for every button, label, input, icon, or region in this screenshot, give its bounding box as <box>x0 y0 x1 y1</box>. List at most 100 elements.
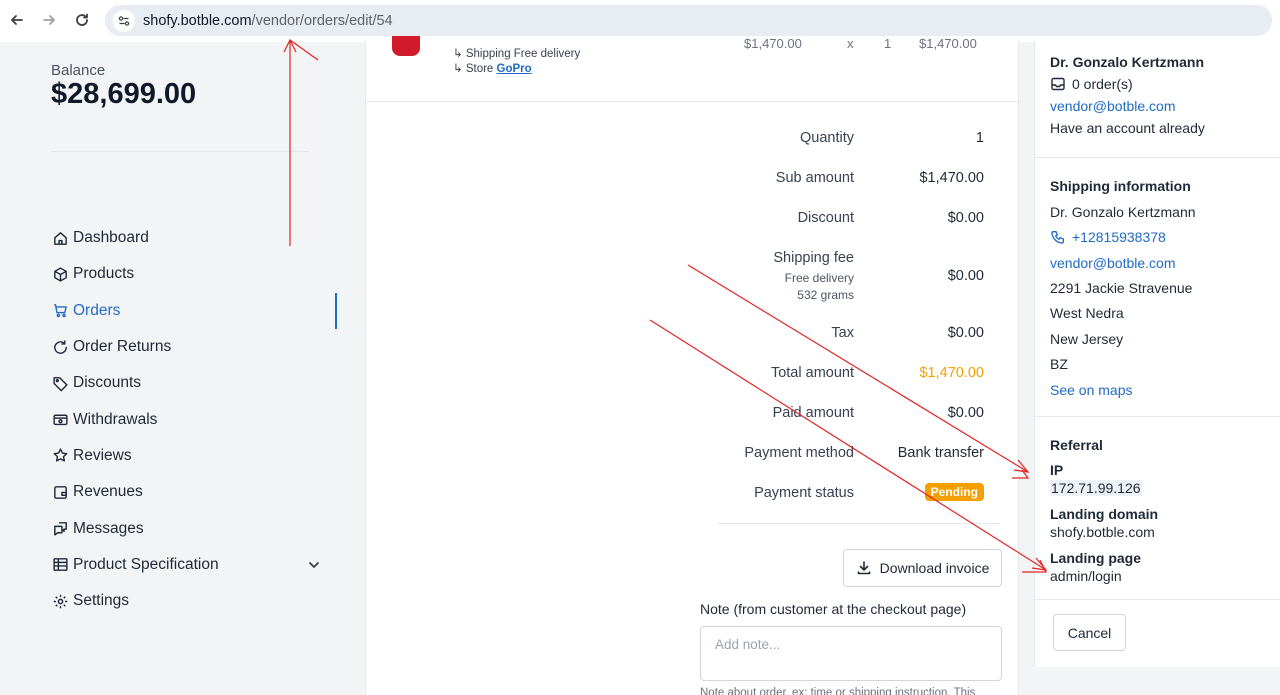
browser-toolbar: shofy.botble.com/vendor/orders/edit/54 <box>0 0 1280 42</box>
shipping-method: Free delivery <box>784 271 854 285</box>
url-path: /vendor/orders/edit/54 <box>251 12 393 29</box>
discount-label: Discount <box>797 210 854 226</box>
balance-value: $28,699.00 <box>51 78 197 110</box>
product-row: $1,470.00 x 1 $1,470.00 ↳ Shipping Free … <box>366 36 1020 102</box>
sidebar-item-label: Revenues <box>73 483 143 501</box>
shipping-email-link[interactable]: vendor@botble.com <box>1050 255 1176 271</box>
shipping-city: West Nedra <box>1050 305 1124 321</box>
landing-page-value: admin/login <box>1050 568 1122 584</box>
revenue-icon <box>51 483 69 501</box>
sidebar-item-messages[interactable]: Messages <box>51 510 337 546</box>
product-total: $1,470.00 <box>919 36 977 51</box>
store-link[interactable]: GoPro <box>497 63 532 75</box>
table-icon <box>51 556 69 574</box>
product-thumbnail[interactable] <box>392 36 420 56</box>
shipping-state: New Jersey <box>1050 331 1124 347</box>
tax-label: Tax <box>831 325 854 341</box>
sidebar-item-dashboard[interactable]: Dashboard <box>51 220 337 256</box>
sidebar-item-product-specification[interactable]: Product Specification <box>51 547 337 583</box>
cart-icon <box>51 302 69 320</box>
landing-page-label: Landing page <box>1050 550 1141 566</box>
sidebar-item-discounts[interactable]: Discounts <box>51 365 337 401</box>
inbox-icon <box>1051 77 1065 91</box>
product-shipping-line: ↳ Shipping Free delivery <box>453 48 581 60</box>
ip-value-text: 172.71.99.126 <box>1050 480 1142 496</box>
product-qty: 1 <box>884 36 892 51</box>
note-help-text: Note about order, ex: time or shipping i… <box>700 687 976 695</box>
order-summary-card: $1,470.00 x 1 $1,470.00 ↳ Shipping Free … <box>365 36 1020 695</box>
product-times: x <box>847 36 854 51</box>
shipping-address: 2291 Jackie Stravenue <box>1050 280 1193 296</box>
balance-label: Balance <box>51 62 106 79</box>
sidebar-item-revenues[interactable]: Revenues <box>51 474 337 510</box>
chevron-down-icon[interactable] <box>307 558 321 577</box>
tax-value: $0.00 <box>947 325 984 341</box>
tag-icon <box>51 374 69 392</box>
payment-method-value: Bank transfer <box>897 445 984 461</box>
shipping-fee-label: Shipping fee <box>773 250 854 266</box>
customer-name: Dr. Gonzalo Kertzmann <box>1050 54 1205 70</box>
sidebar-item-order-returns[interactable]: Order Returns <box>51 329 337 365</box>
back-button[interactable] <box>5 8 29 32</box>
sidebar-item-label: Order Returns <box>73 338 172 356</box>
referral-section: Referral IP 172.71.99.126 Landing domain… <box>1035 417 1280 600</box>
sidebar-item-label: Orders <box>73 301 121 319</box>
shipping-phone[interactable]: +12815938378 <box>1050 229 1166 245</box>
star-icon <box>51 447 69 465</box>
sub-amount-value: $1,470.00 <box>919 170 984 186</box>
account-status: Have an account already <box>1050 120 1205 136</box>
payment-method-label: Payment method <box>744 445 854 461</box>
sidebar-item-reviews[interactable]: Reviews <box>51 438 337 474</box>
summary-divider <box>717 523 1000 524</box>
sidebar-item-withdrawals[interactable]: Withdrawals <box>51 401 337 437</box>
orders-count: 0 order(s) <box>1072 76 1133 92</box>
sidebar-divider <box>51 151 309 152</box>
ip-value: 172.71.99.126 <box>1050 480 1142 496</box>
paid-value: $0.00 <box>947 405 984 421</box>
cancel-button[interactable]: Cancel <box>1053 614 1126 651</box>
store-prefix: ↳ Store <box>453 63 494 75</box>
customer-orders: 0 order(s) <box>1050 76 1133 92</box>
total-value: $1,470.00 <box>919 365 984 381</box>
customer-email-link[interactable]: vendor@botble.com <box>1050 98 1176 114</box>
url-host: shofy.botble.com <box>143 12 252 29</box>
phone-link[interactable]: +12815938378 <box>1072 229 1166 245</box>
paid-label: Paid amount <box>772 405 854 421</box>
see-on-maps-link[interactable]: See on maps <box>1050 382 1133 398</box>
address-bar[interactable]: shofy.botble.com/vendor/orders/edit/54 <box>105 5 1272 36</box>
customer-section: Dr. Gonzalo Kertzmann 0 order(s) vendor@… <box>1035 42 1280 158</box>
shipping-name: Dr. Gonzalo Kertzmann <box>1050 204 1196 220</box>
sidebar-item-label: Withdrawals <box>73 410 158 428</box>
download-invoice-button[interactable]: Download invoice <box>843 549 1002 587</box>
sidebar-item-label: Reviews <box>73 446 132 464</box>
sidebar-item-label: Settings <box>73 592 130 610</box>
discount-value: $0.00 <box>947 210 984 226</box>
sidebar-item-label: Messages <box>73 519 144 537</box>
sub-amount-label: Sub amount <box>775 170 854 186</box>
arrow-left-icon <box>11 15 23 25</box>
shipping-info-section: Shipping information Dr. Gonzalo Kertzma… <box>1035 158 1280 417</box>
sidebar-item-label: Dashboard <box>73 229 149 247</box>
quantity-value: 1 <box>975 130 984 146</box>
payment-status-label: Payment status <box>754 485 854 501</box>
forward-button[interactable] <box>37 8 61 32</box>
referral-title: Referral <box>1050 437 1103 453</box>
gear-icon <box>51 592 69 610</box>
sidebar-item-label: Discounts <box>73 374 142 392</box>
shipping-fee-value: $0.00 <box>947 268 984 284</box>
total-label: Total amount <box>770 365 854 381</box>
sidebar-item-label: Product Specification <box>73 555 219 573</box>
sidebar-item-products[interactable]: Products <box>51 256 337 292</box>
messages-icon <box>51 520 69 538</box>
sidebar-item-orders[interactable]: Orders <box>51 292 337 329</box>
site-info-icon[interactable] <box>113 9 135 32</box>
return-icon <box>51 338 69 356</box>
reload-button[interactable] <box>70 8 94 32</box>
arrow-right-icon <box>43 15 55 25</box>
shipping-country: BZ <box>1050 356 1068 372</box>
ip-label: IP <box>1050 462 1064 478</box>
product-store-line: ↳ Store GoPro <box>453 61 532 75</box>
quantity-label: Quantity <box>800 130 854 146</box>
note-input[interactable] <box>700 626 1002 681</box>
sidebar-item-settings[interactable]: Settings <box>51 583 337 619</box>
